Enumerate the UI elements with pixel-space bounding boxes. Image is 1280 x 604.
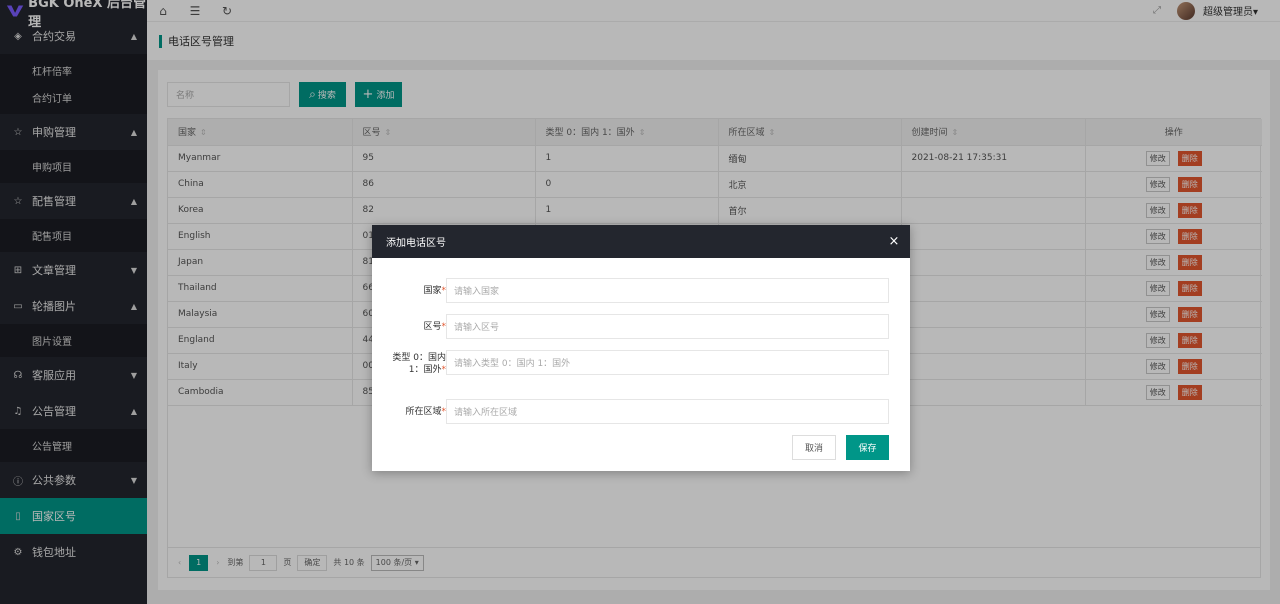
- form-input[interactable]: 请输入国家: [446, 278, 889, 303]
- field-label: 区号*: [382, 321, 446, 333]
- dialog-title: 添加电话区号: [386, 238, 446, 249]
- cancel-button[interactable]: 取消: [792, 435, 836, 460]
- field-label: 国家*: [382, 285, 446, 297]
- field-label-text: 所在区域: [405, 407, 442, 417]
- field-label-text: 国家: [423, 286, 442, 296]
- form-input[interactable]: 请输入区号: [446, 314, 889, 339]
- field-label: 所在区域*: [382, 406, 446, 418]
- dialog-header: 添加电话区号 ×: [372, 225, 910, 258]
- save-button[interactable]: 保存: [846, 435, 889, 460]
- form-input[interactable]: 请输入所在区域: [446, 399, 889, 424]
- add-area-code-dialog: 添加电话区号 × 国家* 请输入国家区号* 请输入区号 类型 0：国内 1：国外* 请输…: [372, 225, 910, 471]
- close-icon[interactable]: ×: [878, 234, 910, 249]
- field-label: 类型 0：国内 1：国外*: [384, 352, 446, 376]
- form-input[interactable]: 请输入类型 0：国内 1：国外: [446, 350, 889, 375]
- field-label-text: 区号: [423, 322, 442, 332]
- field-label-text: 类型 0：国内 1：国外: [392, 353, 446, 375]
